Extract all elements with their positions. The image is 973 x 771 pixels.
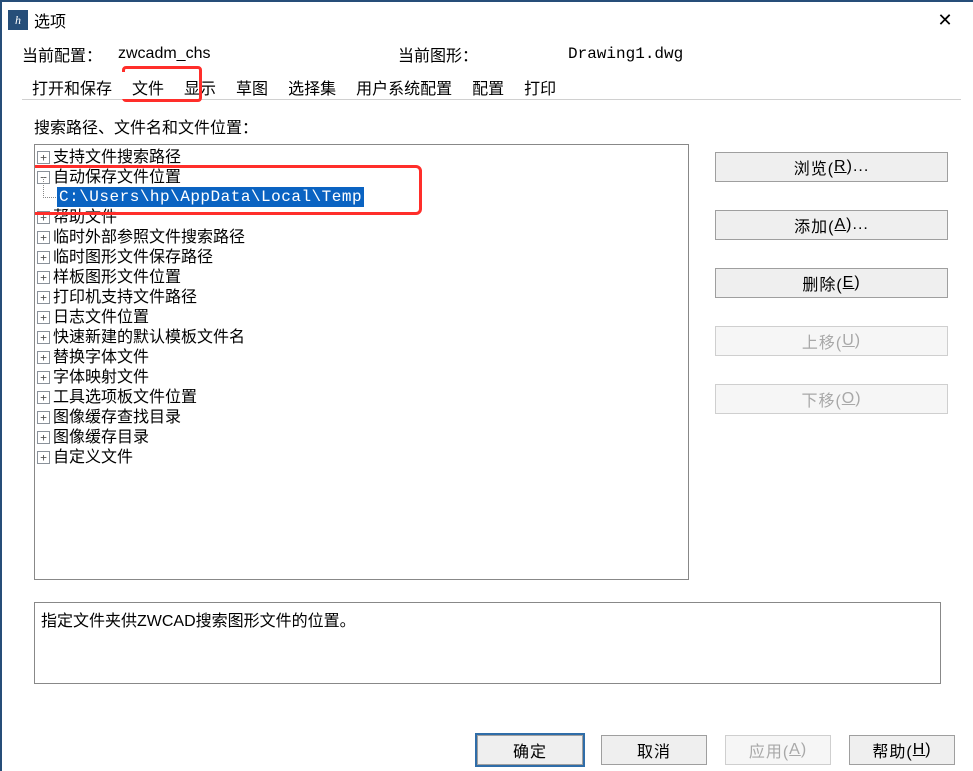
expand-icon[interactable]: + bbox=[37, 211, 50, 224]
tree-node[interactable]: +支持文件搜索路径 bbox=[35, 147, 688, 167]
tree-node-label: 图像缓存目录 bbox=[53, 427, 149, 447]
tree-node[interactable]: +图像缓存查找目录 bbox=[35, 407, 688, 427]
cancel-button[interactable]: 取消 bbox=[601, 735, 707, 765]
tree-node[interactable]: +快速新建的默认模板文件名 bbox=[35, 327, 688, 347]
tree-node-label: 替换字体文件 bbox=[53, 347, 149, 367]
tree-node[interactable]: +自定义文件 bbox=[35, 447, 688, 467]
options-dialog: h 选项 ✕ 当前配置： zwcadm_chs 当前图形： Drawing1.d… bbox=[0, 0, 973, 771]
help-button[interactable]: 帮助(H) bbox=[849, 735, 955, 765]
expand-icon[interactable]: + bbox=[37, 151, 50, 164]
expand-icon[interactable]: + bbox=[37, 411, 50, 424]
tree-node[interactable]: −自动保存文件位置 bbox=[35, 167, 688, 187]
description-box: 指定文件夹供ZWCAD搜索图形文件的位置。 bbox=[34, 602, 941, 684]
tab-7[interactable]: 打印 bbox=[514, 72, 566, 99]
tree-child-label: C:\Users\hp\AppData\Local\Temp bbox=[57, 187, 364, 207]
tab-4[interactable]: 选择集 bbox=[278, 72, 346, 99]
app-icon: h bbox=[8, 10, 28, 30]
tree-node[interactable]: +临时外部参照文件搜索路径 bbox=[35, 227, 688, 247]
config-label: 当前配置： bbox=[22, 42, 118, 66]
tree-node-label: 图像缓存查找目录 bbox=[53, 407, 181, 427]
tree-node-label: 日志文件位置 bbox=[53, 307, 149, 327]
expand-icon[interactable]: + bbox=[37, 251, 50, 264]
expand-icon[interactable]: + bbox=[37, 231, 50, 244]
tab-5[interactable]: 用户系统配置 bbox=[346, 72, 462, 99]
tab-2[interactable]: 显示 bbox=[174, 72, 226, 99]
tab-strip: 打开和保存文件显示草图选择集用户系统配置配置打印 bbox=[22, 72, 961, 100]
apply-button: 应用(A) bbox=[725, 735, 831, 765]
tree-node-label: 临时图形文件保存路径 bbox=[53, 247, 213, 267]
tree-view[interactable]: +支持文件搜索路径−自动保存文件位置C:\Users\hp\AppData\Lo… bbox=[34, 144, 689, 580]
tree-node-label: 临时外部参照文件搜索路径 bbox=[53, 227, 245, 247]
tree-node[interactable]: +样板图形文件位置 bbox=[35, 267, 688, 287]
tree-node[interactable]: +替换字体文件 bbox=[35, 347, 688, 367]
expand-icon[interactable]: + bbox=[37, 371, 50, 384]
tab-0[interactable]: 打开和保存 bbox=[22, 72, 122, 99]
titlebar: h 选项 ✕ bbox=[2, 2, 973, 38]
side-buttons: 浏览(R)... 添加(A)... 删除(E) 上移(U) 下移(O) bbox=[715, 144, 948, 580]
tree-node-label: 打印机支持文件路径 bbox=[53, 287, 197, 307]
browse-button[interactable]: 浏览(R)... bbox=[715, 152, 948, 182]
expand-icon[interactable]: + bbox=[37, 311, 50, 324]
section-label: 搜索路径、文件名和文件位置： bbox=[34, 114, 961, 138]
config-value: zwcadm_chs bbox=[118, 45, 398, 63]
tab-6[interactable]: 配置 bbox=[462, 72, 514, 99]
tree-node[interactable]: +帮助文件 bbox=[35, 207, 688, 227]
expand-icon[interactable]: + bbox=[37, 291, 50, 304]
drawing-label: 当前图形： bbox=[398, 42, 568, 66]
tree-node-label: 字体映射文件 bbox=[53, 367, 149, 387]
movedown-button: 下移(O) bbox=[715, 384, 948, 414]
tree-node-label: 支持文件搜索路径 bbox=[53, 147, 181, 167]
tree-node[interactable]: +图像缓存目录 bbox=[35, 427, 688, 447]
drawing-value: Drawing1.dwg bbox=[568, 45, 683, 63]
tree-node-label: 帮助文件 bbox=[53, 207, 117, 227]
tree-node[interactable]: +工具选项板文件位置 bbox=[35, 387, 688, 407]
dialog-footer: 确定取消应用(A) 帮助(H) bbox=[477, 735, 955, 765]
tree-child[interactable]: C:\Users\hp\AppData\Local\Temp bbox=[57, 187, 688, 207]
info-row: 当前配置： zwcadm_chs 当前图形： Drawing1.dwg bbox=[22, 42, 961, 66]
expand-icon[interactable]: + bbox=[37, 331, 50, 344]
tree-node-label: 自动保存文件位置 bbox=[53, 167, 181, 187]
expand-icon[interactable]: + bbox=[37, 431, 50, 444]
tree-node-label: 自定义文件 bbox=[53, 447, 133, 467]
tree-node[interactable]: +打印机支持文件路径 bbox=[35, 287, 688, 307]
ok-button[interactable]: 确定 bbox=[477, 735, 583, 765]
tab-3[interactable]: 草图 bbox=[226, 72, 278, 99]
expand-icon[interactable]: + bbox=[37, 391, 50, 404]
tree-node[interactable]: +日志文件位置 bbox=[35, 307, 688, 327]
tree-node[interactable]: +字体映射文件 bbox=[35, 367, 688, 387]
tree-node-label: 样板图形文件位置 bbox=[53, 267, 181, 287]
add-button[interactable]: 添加(A)... bbox=[715, 210, 948, 240]
tree-node-label: 快速新建的默认模板文件名 bbox=[53, 327, 245, 347]
close-icon[interactable]: ✕ bbox=[923, 5, 967, 35]
tree-node[interactable]: +临时图形文件保存路径 bbox=[35, 247, 688, 267]
window-title: 选项 bbox=[34, 8, 66, 32]
tree-node-label: 工具选项板文件位置 bbox=[53, 387, 197, 407]
expand-icon[interactable]: + bbox=[37, 451, 50, 464]
delete-button[interactable]: 删除(E) bbox=[715, 268, 948, 298]
expand-icon[interactable]: + bbox=[37, 271, 50, 284]
expand-icon[interactable]: + bbox=[37, 351, 50, 364]
tab-1[interactable]: 文件 bbox=[122, 72, 174, 99]
moveup-button: 上移(U) bbox=[715, 326, 948, 356]
